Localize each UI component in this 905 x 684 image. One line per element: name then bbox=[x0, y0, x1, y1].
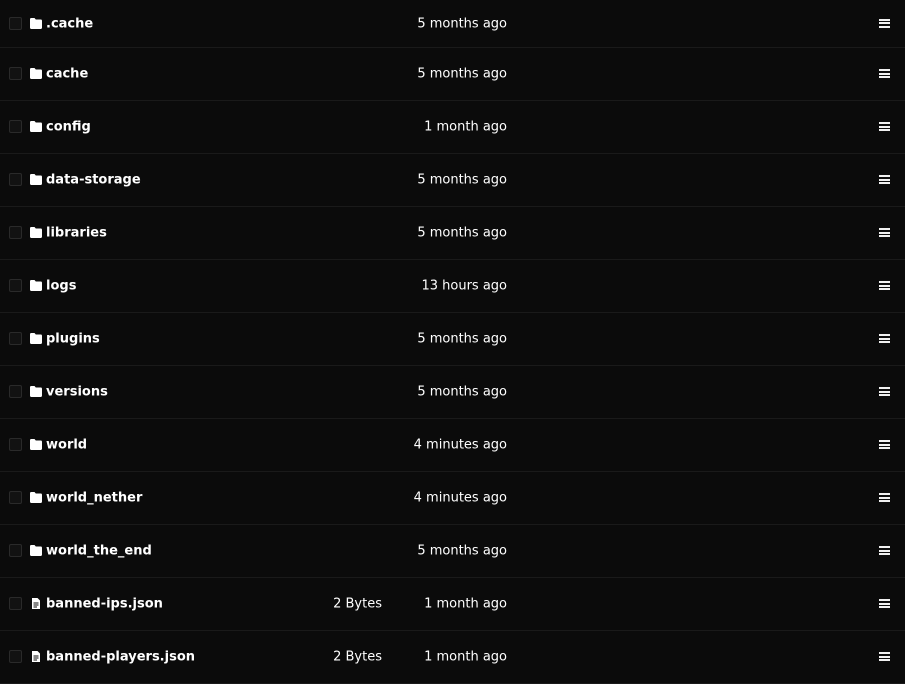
entry-name[interactable]: world_nether bbox=[46, 491, 142, 506]
folder-icon bbox=[30, 439, 42, 450]
file-row[interactable]: versions 5 months ago bbox=[0, 366, 905, 419]
entry-name[interactable]: logs bbox=[46, 279, 76, 294]
entry-name[interactable]: .cache bbox=[46, 16, 93, 31]
file-row[interactable]: data-storage 5 months ago bbox=[0, 154, 905, 207]
entry-name[interactable]: libraries bbox=[46, 226, 107, 241]
folder-icon bbox=[30, 68, 42, 79]
entry-modified: 4 minutes ago bbox=[413, 437, 507, 453]
menu-icon[interactable] bbox=[879, 599, 890, 608]
menu-icon[interactable] bbox=[879, 440, 890, 449]
folder-icon bbox=[30, 545, 42, 556]
menu-icon[interactable] bbox=[879, 175, 890, 184]
select-checkbox[interactable] bbox=[9, 544, 22, 557]
entry-name[interactable]: world bbox=[46, 438, 87, 453]
entry-name[interactable]: banned-ips.json bbox=[46, 597, 163, 612]
select-checkbox[interactable] bbox=[9, 491, 22, 504]
select-checkbox[interactable] bbox=[9, 597, 22, 610]
select-checkbox[interactable] bbox=[9, 67, 22, 80]
entry-name[interactable]: data-storage bbox=[46, 173, 141, 188]
entry-name[interactable]: plugins bbox=[46, 332, 100, 347]
select-checkbox[interactable] bbox=[9, 279, 22, 292]
entry-modified: 4 minutes ago bbox=[413, 490, 507, 506]
file-row[interactable]: .cache 5 months ago bbox=[0, 0, 905, 48]
entry-modified: 1 month ago bbox=[424, 596, 507, 612]
menu-icon[interactable] bbox=[879, 652, 890, 661]
menu-icon[interactable] bbox=[879, 493, 890, 502]
file-row[interactable]: cache 5 months ago bbox=[0, 48, 905, 101]
select-checkbox[interactable] bbox=[9, 385, 22, 398]
menu-icon[interactable] bbox=[879, 334, 890, 343]
entry-size: 2 Bytes bbox=[333, 596, 382, 612]
file-icon bbox=[30, 598, 42, 609]
entry-name[interactable]: versions bbox=[46, 385, 108, 400]
file-row[interactable]: world_nether 4 minutes ago bbox=[0, 472, 905, 525]
file-icon bbox=[30, 651, 42, 662]
entry-name[interactable]: world_the_end bbox=[46, 544, 152, 559]
file-row[interactable]: banned-ips.json 2 Bytes 1 month ago bbox=[0, 578, 905, 631]
entry-name[interactable]: banned-players.json bbox=[46, 650, 195, 665]
entry-modified: 5 months ago bbox=[417, 66, 507, 82]
menu-icon[interactable] bbox=[879, 281, 890, 290]
select-checkbox[interactable] bbox=[9, 16, 22, 30]
file-row[interactable]: plugins 5 months ago bbox=[0, 313, 905, 366]
menu-icon[interactable] bbox=[879, 69, 890, 78]
file-row[interactable]: world_the_end 5 months ago bbox=[0, 525, 905, 578]
select-checkbox[interactable] bbox=[9, 438, 22, 451]
entry-modified: 1 month ago bbox=[424, 119, 507, 135]
select-checkbox[interactable] bbox=[9, 226, 22, 239]
file-row[interactable]: logs 13 hours ago bbox=[0, 260, 905, 313]
file-row[interactable]: config 1 month ago bbox=[0, 101, 905, 154]
select-checkbox[interactable] bbox=[9, 120, 22, 133]
entry-modified: 5 months ago bbox=[417, 225, 507, 241]
file-row[interactable]: libraries 5 months ago bbox=[0, 207, 905, 260]
folder-icon bbox=[30, 17, 42, 29]
entry-modified: 13 hours ago bbox=[421, 278, 507, 294]
menu-icon[interactable] bbox=[879, 18, 890, 28]
entry-modified: 1 month ago bbox=[424, 649, 507, 665]
folder-icon bbox=[30, 386, 42, 397]
folder-icon bbox=[30, 280, 42, 291]
entry-modified: 5 months ago bbox=[417, 543, 507, 559]
folder-icon bbox=[30, 227, 42, 238]
file-row[interactable]: banned-players.json 2 Bytes 1 month ago bbox=[0, 631, 905, 684]
menu-icon[interactable] bbox=[879, 546, 890, 555]
entry-modified: 5 months ago bbox=[417, 331, 507, 347]
folder-icon bbox=[30, 121, 42, 132]
menu-icon[interactable] bbox=[879, 122, 890, 131]
entry-modified: 5 months ago bbox=[417, 384, 507, 400]
entry-modified: 5 months ago bbox=[417, 16, 507, 31]
select-checkbox[interactable] bbox=[9, 650, 22, 663]
file-row[interactable]: world 4 minutes ago bbox=[0, 419, 905, 472]
entry-size: 2 Bytes bbox=[333, 649, 382, 665]
entry-name[interactable]: config bbox=[46, 120, 91, 135]
entry-name[interactable]: cache bbox=[46, 67, 88, 82]
menu-icon[interactable] bbox=[879, 387, 890, 396]
select-checkbox[interactable] bbox=[9, 332, 22, 345]
select-checkbox[interactable] bbox=[9, 173, 22, 186]
entry-modified: 5 months ago bbox=[417, 172, 507, 188]
file-list: .cache 5 months ago cache 5 months ago c… bbox=[0, 0, 905, 684]
menu-icon[interactable] bbox=[879, 228, 890, 237]
folder-icon bbox=[30, 492, 42, 503]
folder-icon bbox=[30, 174, 42, 185]
folder-icon bbox=[30, 333, 42, 344]
